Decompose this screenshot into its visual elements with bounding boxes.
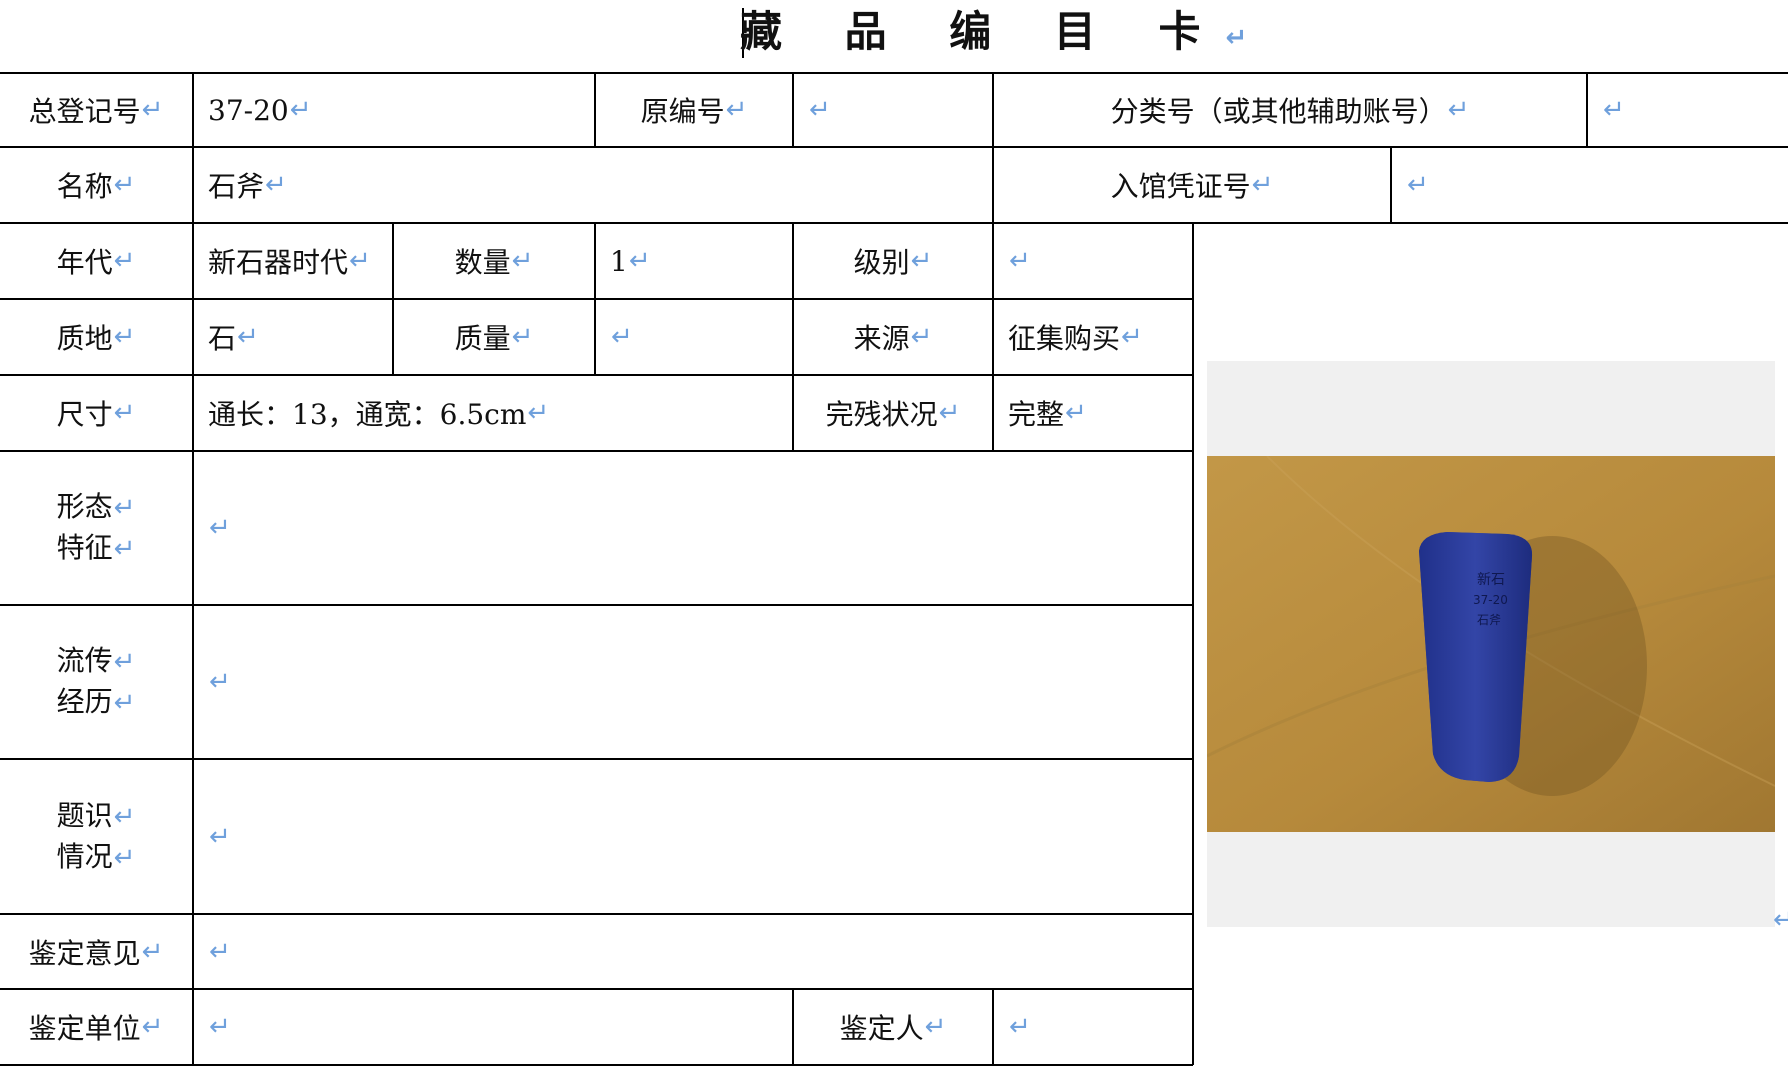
era-value[interactable]: 新石器时代 ↵ (194, 224, 392, 298)
orig-no-value[interactable]: ↵ (794, 74, 992, 146)
inscription-label: 题识↵ 情况↵ (56, 798, 136, 873)
size-value[interactable]: 通长：13，通宽：6.5cm ↵ (194, 376, 792, 450)
qty-label: 数量 ↵ (454, 246, 534, 279)
qty-value[interactable]: 1 ↵ (596, 224, 792, 298)
name-label: 名称 ↵ (56, 170, 136, 203)
unit-value[interactable]: ↵ (194, 990, 792, 1064)
inscription-value[interactable]: ↵ (194, 760, 1192, 913)
history-value[interactable]: ↵ (194, 606, 1192, 758)
rule (1192, 222, 1194, 1065)
appraiser-label: 鉴定人 ↵ (839, 1012, 947, 1045)
history-label: 流传↵ 经历↵ (56, 644, 136, 718)
condition-label: 完残状况 ↵ (825, 398, 961, 431)
axe-inscription-2: 37-20 (1473, 593, 1508, 607)
class-no-value[interactable]: ↵ (1588, 74, 1788, 146)
artifact-photo[interactable]: 新石 37-20 石斧 (1207, 456, 1775, 832)
mass-label: 质量 ↵ (454, 322, 534, 355)
form-label: 形态↵ 特征↵ (56, 490, 136, 564)
material-value[interactable]: 石 ↵ (194, 300, 392, 374)
size-label: 尺寸 ↵ (56, 398, 136, 431)
unit-label: 鉴定单位 ↵ (28, 1012, 164, 1045)
mass-value[interactable]: ↵ (596, 300, 792, 374)
name-value[interactable]: 石斧 ↵ (194, 148, 992, 222)
page-title: 藏 品 编 目 卡↵ (740, 7, 1272, 56)
paragraph-mark: ↵ (1773, 905, 1788, 935)
source-value[interactable]: 征集购买 ↵ (994, 300, 1192, 374)
voucher-value[interactable]: ↵ (1392, 148, 1788, 222)
class-no-label: 分类号（或其他辅助账号） ↵ (1110, 95, 1470, 128)
rule (0, 1064, 1193, 1066)
opinion-value[interactable]: ↵ (194, 915, 1192, 988)
era-label: 年代 ↵ (56, 246, 136, 279)
appraiser-value[interactable]: ↵ (994, 990, 1192, 1064)
opinion-label: 鉴定意见 ↵ (28, 936, 164, 970)
level-value[interactable]: ↵ (994, 224, 1192, 298)
orig-no-label: 原编号 ↵ (640, 95, 748, 128)
axe-inscription-1: 新石 (1477, 572, 1505, 588)
source-label: 来源 ↵ (853, 322, 933, 355)
material-label: 质地 ↵ (56, 322, 136, 355)
axe-inscription-3: 石斧 (1477, 613, 1501, 627)
form-value[interactable]: ↵ (194, 452, 1192, 604)
stone-axe-image: 新石 37-20 石斧 (1207, 456, 1775, 832)
condition-value[interactable]: 完整 ↵ (994, 376, 1192, 450)
reg-no-value[interactable]: 37-20 ↵ (194, 74, 594, 146)
voucher-label: 入馆凭证号 ↵ (1110, 170, 1274, 203)
reg-no-label: 总登记号 ↵ (28, 95, 164, 128)
level-label: 级别 ↵ (853, 246, 933, 279)
